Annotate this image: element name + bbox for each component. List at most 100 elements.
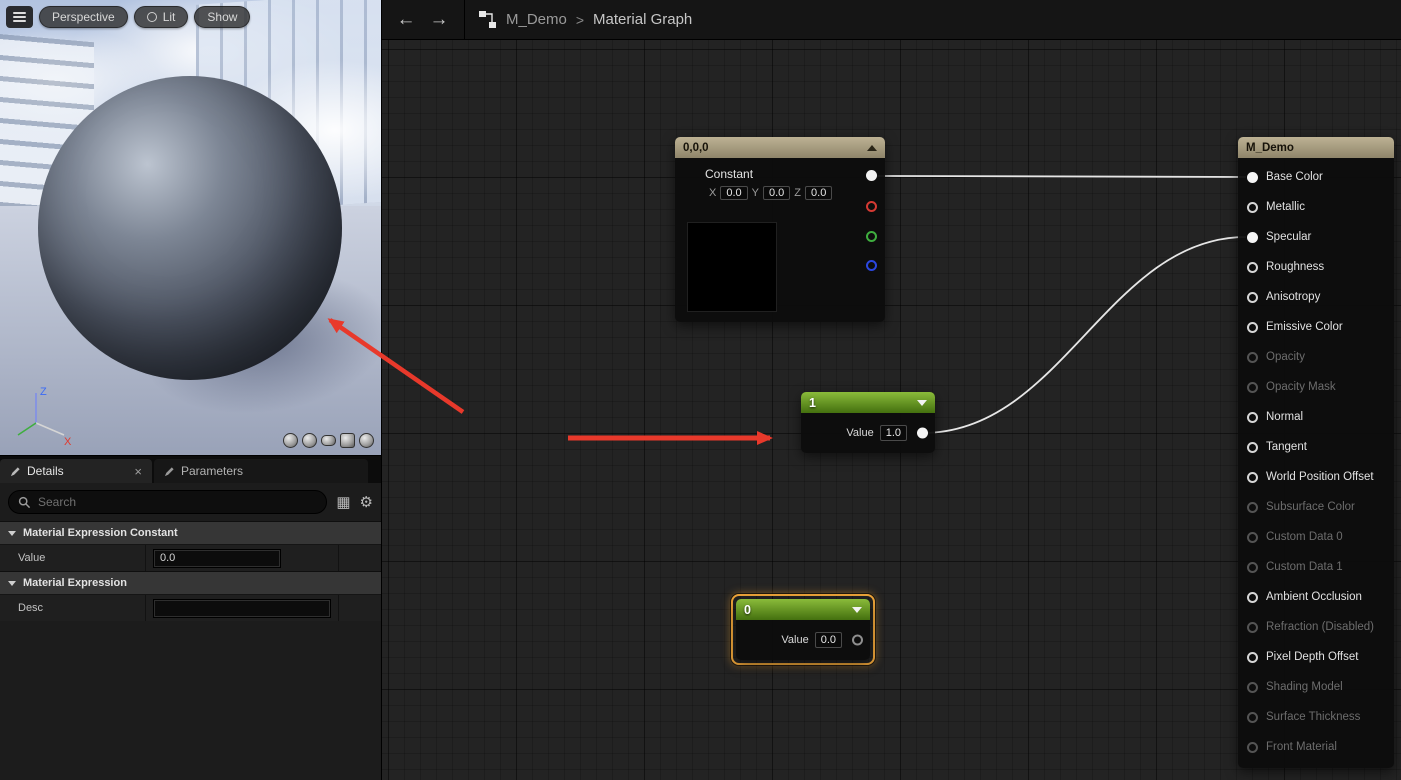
breadcrumb-root[interactable]: M_Demo xyxy=(506,11,567,28)
output-pin-rgb[interactable] xyxy=(866,170,877,181)
section-header[interactable]: Material Expression Constant xyxy=(0,521,381,544)
section-material-expression-constant: Material Expression Constant Value xyxy=(0,521,381,571)
pin-icon[interactable] xyxy=(1247,442,1258,453)
property-label: Desc xyxy=(0,595,146,621)
desc-field[interactable] xyxy=(153,599,331,618)
preview-mesh-teapot-icon[interactable] xyxy=(359,433,374,448)
y-value-field[interactable]: 0.0 xyxy=(763,186,790,200)
pin-icon[interactable] xyxy=(1247,682,1258,693)
material-input-normal[interactable]: Normal xyxy=(1238,402,1394,432)
material-input-refraction-disabled: Refraction (Disabled) xyxy=(1238,612,1394,642)
material-input-pixel-depth-offset[interactable]: Pixel Depth Offset xyxy=(1238,642,1394,672)
breadcrumb-separator-icon: > xyxy=(576,12,584,28)
material-input-base-color[interactable]: Base Color xyxy=(1238,162,1394,192)
tab-parameters-label: Parameters xyxy=(181,464,243,478)
preview-mesh-cube-icon[interactable] xyxy=(340,433,355,448)
graph-canvas[interactable]: 0,0,0 Constant X 0.0 Y 0.0 Z 0.0 xyxy=(382,40,1401,780)
output-pin-g[interactable] xyxy=(866,231,877,242)
viewport-toolbar: Perspective Lit Show xyxy=(6,6,250,28)
output-pin[interactable] xyxy=(917,428,928,439)
pin-icon[interactable] xyxy=(1247,292,1258,303)
pin-label: Custom Data 0 xyxy=(1266,531,1343,543)
value-field[interactable]: 1.0 xyxy=(880,425,907,441)
pin-icon[interactable] xyxy=(1247,382,1258,393)
pin-icon[interactable] xyxy=(1247,352,1258,363)
z-label: Z xyxy=(794,187,801,199)
gizmo-z-label: Z xyxy=(40,386,47,398)
value-label: Value xyxy=(846,427,873,439)
node-header[interactable]: 1 xyxy=(801,392,935,413)
pin-icon[interactable] xyxy=(1247,232,1258,243)
pin-icon[interactable] xyxy=(1247,412,1258,423)
pin-icon[interactable] xyxy=(1247,622,1258,633)
tab-details[interactable]: Details × xyxy=(0,459,152,483)
node-constant-0[interactable]: 0 Value 0.0 xyxy=(736,599,870,660)
pin-label: Anisotropy xyxy=(1266,291,1320,303)
node-header[interactable]: 0 xyxy=(736,599,870,620)
pin-icon[interactable] xyxy=(1247,202,1258,213)
pin-icon[interactable] xyxy=(1247,532,1258,543)
pin-icon[interactable] xyxy=(1247,742,1258,753)
dropdown-chevron-icon[interactable] xyxy=(852,607,862,613)
pin-icon[interactable] xyxy=(1247,652,1258,663)
collapse-chevron-icon[interactable] xyxy=(867,145,877,151)
color-preview-swatch xyxy=(687,222,777,312)
pin-icon[interactable] xyxy=(1247,472,1258,483)
preview-mesh-plane-icon[interactable] xyxy=(321,435,336,446)
preview-mesh-sphere-icon[interactable] xyxy=(302,433,317,448)
back-button[interactable]: ← xyxy=(394,9,418,31)
output-pin[interactable] xyxy=(852,635,863,646)
pin-icon[interactable] xyxy=(1247,262,1258,273)
value-field[interactable]: 0.0 xyxy=(815,632,842,648)
graph-toolbar: ← → M_Demo > Material Graph xyxy=(382,0,1401,40)
preview-mesh-cylinder-icon[interactable] xyxy=(283,433,298,448)
pin-icon[interactable] xyxy=(1247,712,1258,723)
forward-button[interactable]: → xyxy=(427,9,451,31)
section-header[interactable]: Material Expression xyxy=(0,571,381,594)
pin-icon[interactable] xyxy=(1247,562,1258,573)
close-icon[interactable]: × xyxy=(134,465,142,478)
material-input-ambient-occlusion[interactable]: Ambient Occlusion xyxy=(1238,582,1394,612)
pin-icon[interactable] xyxy=(1247,172,1258,183)
perspective-button[interactable]: Perspective xyxy=(39,6,128,28)
node-header[interactable]: M_Demo xyxy=(1238,137,1394,158)
material-input-metallic[interactable]: Metallic xyxy=(1238,192,1394,222)
x-label: X xyxy=(709,187,716,199)
pin-icon[interactable] xyxy=(1247,592,1258,603)
search-input[interactable] xyxy=(38,495,317,509)
material-input-opacity: Opacity xyxy=(1238,342,1394,372)
pin-label: Refraction (Disabled) xyxy=(1266,621,1374,633)
material-input-specular[interactable]: Specular xyxy=(1238,222,1394,252)
material-input-world-position-offset[interactable]: World Position Offset xyxy=(1238,462,1394,492)
material-input-anisotropy[interactable]: Anisotropy xyxy=(1238,282,1394,312)
output-pin-b[interactable] xyxy=(866,260,877,271)
node-header[interactable]: 0,0,0 xyxy=(675,137,885,158)
preview-sphere xyxy=(38,76,342,380)
material-input-roughness[interactable]: Roughness xyxy=(1238,252,1394,282)
viewport-menu-button[interactable] xyxy=(6,6,33,28)
grid-view-icon[interactable]: ▦ xyxy=(336,495,350,510)
material-input-tangent[interactable]: Tangent xyxy=(1238,432,1394,462)
selection-outline: 0 Value 0.0 xyxy=(731,594,875,665)
material-input-surface-thickness: Surface Thickness xyxy=(1238,702,1394,732)
node-material-result[interactable]: M_Demo Base Color Metallic Specular Roug… xyxy=(1238,137,1394,768)
tab-parameters[interactable]: Parameters xyxy=(154,459,368,483)
tab-details-label: Details xyxy=(27,464,64,478)
settings-gear-icon[interactable]: ⚙ xyxy=(360,495,373,510)
pin-icon[interactable] xyxy=(1247,322,1258,333)
search-box[interactable] xyxy=(8,490,327,514)
show-button[interactable]: Show xyxy=(194,6,250,28)
z-value-field[interactable]: 0.0 xyxy=(805,186,832,200)
dropdown-chevron-icon[interactable] xyxy=(917,400,927,406)
section-material-expression: Material Expression Desc xyxy=(0,571,381,621)
material-input-emissive-color[interactable]: Emissive Color xyxy=(1238,312,1394,342)
x-value-field[interactable]: 0.0 xyxy=(720,186,747,200)
node-constant-1[interactable]: 1 Value 1.0 xyxy=(801,392,935,453)
pin-icon[interactable] xyxy=(1247,502,1258,513)
preview-viewport[interactable]: Perspective Lit Show Z X xyxy=(0,0,381,455)
lit-button[interactable]: Lit xyxy=(134,6,189,28)
node-constant-vector[interactable]: 0,0,0 Constant X 0.0 Y 0.0 Z 0.0 xyxy=(675,137,885,322)
output-pin-r[interactable] xyxy=(866,201,877,212)
value-field[interactable] xyxy=(153,549,281,568)
pin-label: Shading Model xyxy=(1266,681,1343,693)
